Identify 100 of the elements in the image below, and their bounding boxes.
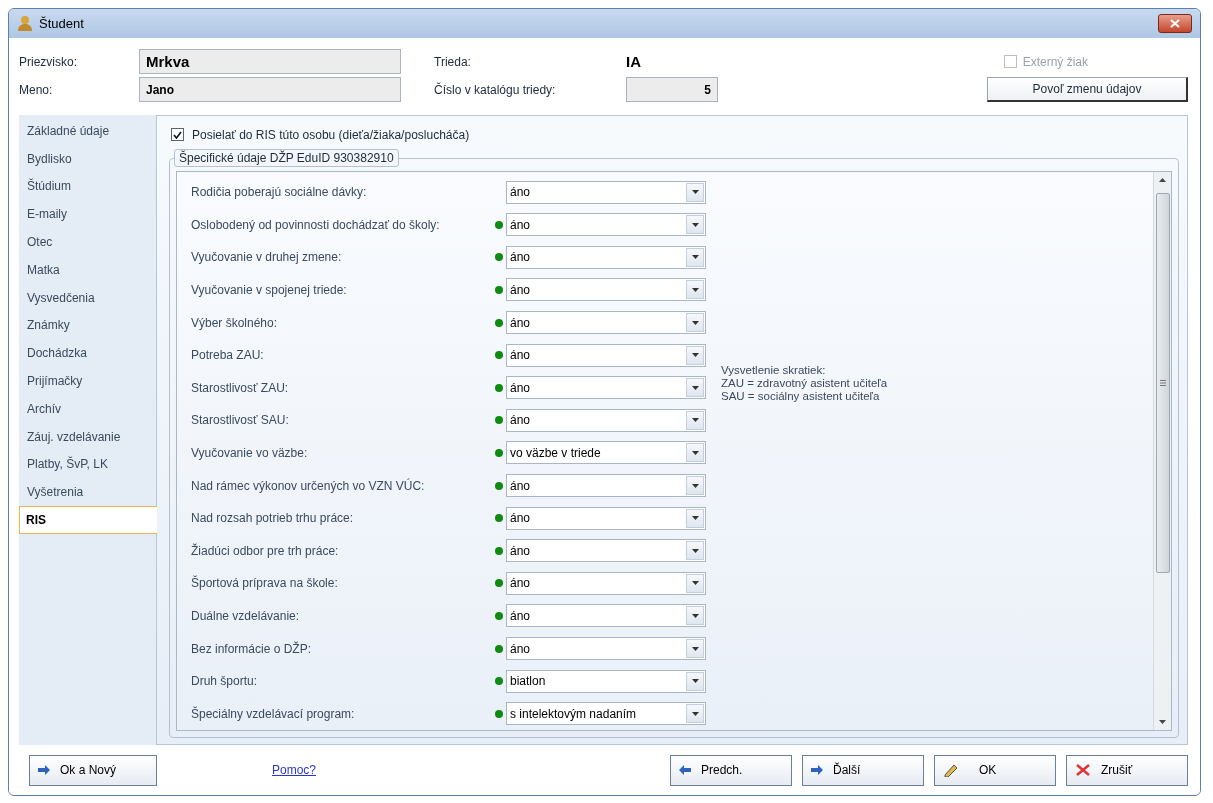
field-label: Športová príprava na škole: — [191, 576, 339, 591]
dropdown-field[interactable]: áno — [506, 376, 706, 400]
surname-field[interactable]: Mrkva — [139, 49, 401, 75]
field-label: Rodičia poberajú sociálne dávky: — [191, 185, 368, 200]
dropdown-button[interactable] — [686, 606, 704, 626]
dropdown-button[interactable] — [686, 247, 704, 267]
send-checkbox[interactable] — [171, 128, 184, 142]
caret-icon — [691, 190, 699, 195]
field-label: Vyučovanie v spojenej triede: — [191, 283, 348, 297]
dropdown-button[interactable] — [686, 573, 704, 593]
sidebar-item[interactable]: Záuj. vzdelávanie — [19, 422, 156, 451]
dropdown-button[interactable] — [686, 378, 704, 398]
help-link[interactable]: Pomoc? — [272, 763, 317, 777]
dropdown-button[interactable] — [686, 345, 704, 365]
dropdown-button[interactable] — [686, 541, 704, 561]
sidebar-item[interactable]: Základné údaje — [19, 116, 156, 145]
name-field[interactable]: Jano — [139, 77, 401, 103]
field-label: Meno: — [19, 82, 54, 97]
close-button[interactable] — [1158, 13, 1192, 33]
next-button[interactable]: Ďalší — [802, 754, 924, 786]
grip-icon — [1159, 379, 1166, 386]
field-label: Špeciálny vzdelávací program: — [191, 706, 356, 721]
enable-edit-button[interactable]: Povoľ zmenu údajov — [987, 77, 1188, 103]
scroll-down-icon — [1159, 719, 1166, 724]
ok-new-button[interactable]: Ok a Nový — [29, 754, 157, 786]
dropdown-field[interactable]: áno — [506, 245, 706, 269]
close-icon — [1170, 18, 1180, 28]
sidebar-item[interactable]: Platby, ŠvP, LK — [19, 450, 156, 479]
cancel-button[interactable]: Zrušiť — [1066, 754, 1188, 786]
sidebar-item[interactable]: Dochádzka — [19, 339, 156, 368]
left-arrow-icon — [679, 765, 691, 775]
dropdown-field[interactable]: áno — [506, 474, 706, 498]
arrow-icon — [38, 765, 50, 775]
caret-icon — [691, 418, 699, 423]
sidebar-item[interactable]: RIS — [19, 506, 157, 534]
dropdown-button[interactable] — [686, 410, 704, 430]
dropdown-field[interactable]: áno — [506, 506, 706, 530]
dropdown-field[interactable]: vo väzbe v triede — [506, 441, 706, 465]
sidebar-item[interactable]: Vyšetrenia — [19, 478, 156, 507]
sidebar-item[interactable]: Archív — [19, 394, 156, 423]
dropdown-button[interactable] — [686, 704, 704, 724]
legend-text: ZAU = zdravotný asistent učiteľa — [721, 376, 889, 390]
check-icon — [173, 130, 182, 139]
caret-icon — [691, 353, 699, 358]
caret-icon — [691, 450, 699, 455]
field-label: Druh športu: — [191, 674, 259, 689]
caret-icon — [691, 320, 699, 325]
scrollbar[interactable] — [1153, 171, 1171, 730]
field-label: Potreba ZAU: — [191, 348, 265, 363]
dropdown-field[interactable]: áno — [506, 343, 706, 367]
dropdown-button[interactable] — [686, 280, 704, 300]
field-label: Nad rozsah potrieb trhu práce: — [191, 511, 355, 526]
dropdown-button[interactable] — [686, 313, 704, 333]
field-label: Výber školného: — [191, 315, 279, 330]
caret-icon — [691, 581, 699, 586]
caret-icon — [691, 288, 699, 292]
dropdown-field[interactable]: áno — [506, 278, 706, 302]
caret-icon — [691, 483, 699, 488]
dropdown-field[interactable]: áno — [506, 213, 706, 237]
dropdown-button[interactable] — [686, 476, 704, 496]
dropdown-field[interactable]: s intelektovým nadaním — [506, 702, 706, 726]
dropdown-button[interactable] — [686, 215, 704, 235]
sidebar-item[interactable]: E-maily — [19, 200, 156, 229]
dropdown-field[interactable]: áno — [506, 571, 706, 595]
sidebar-item[interactable]: Štúdium — [19, 172, 156, 201]
sidebar-item[interactable]: Známky — [19, 311, 156, 340]
dropdown-field[interactable]: áno — [506, 539, 706, 563]
field-label: Duálne vzdelávanie: — [191, 608, 301, 623]
dropdown-field[interactable]: biatlon — [506, 669, 706, 693]
dropdown-field[interactable]: áno — [506, 408, 706, 432]
dropdown-field[interactable]: áno — [506, 180, 706, 204]
sidebar-item[interactable]: Vysvedčenia — [19, 283, 156, 312]
dropdown-field[interactable]: áno — [506, 311, 706, 335]
scroll-up-icon — [1159, 178, 1166, 183]
class-value: IA — [626, 53, 642, 71]
dropdown-button[interactable] — [686, 671, 704, 691]
sidebar-item[interactable]: Matka — [19, 255, 156, 284]
dropdown-button[interactable] — [686, 443, 704, 463]
dropdown-field[interactable]: áno — [506, 604, 706, 628]
sidebar-item[interactable]: Otec — [19, 228, 156, 256]
caret-icon — [691, 516, 699, 521]
right-arrow-icon — [811, 765, 823, 775]
catalog-number-field[interactable]: 5 — [626, 77, 718, 103]
checkbox-label: Externý žiak — [1022, 54, 1088, 69]
dropdown-button[interactable] — [686, 639, 704, 658]
dropdown-button[interactable] — [686, 508, 704, 528]
dropdown-field[interactable]: áno — [506, 637, 706, 660]
dropdown-button[interactable] — [686, 182, 704, 202]
window-title: Študent — [39, 15, 85, 31]
field-label: Starostlivosť SAU: — [191, 413, 290, 428]
previous-button[interactable]: Predch. — [670, 754, 792, 786]
cancel-icon — [1075, 763, 1091, 777]
checkbox-label: Posielať do RIS túto osobu (dieťa/žiaka/poslucháča) — [192, 127, 470, 142]
sidebar-item[interactable]: Bydlisko — [19, 144, 156, 173]
scroll-thumb[interactable] — [1155, 192, 1170, 573]
caret-icon — [691, 548, 699, 553]
group-title: Špecifické údaje DŽP EduID 930382910 — [174, 148, 399, 167]
sidebar-item[interactable]: Prijímačky — [19, 367, 156, 395]
ok-button[interactable]: OK — [934, 754, 1056, 786]
pencil-icon — [943, 763, 959, 777]
